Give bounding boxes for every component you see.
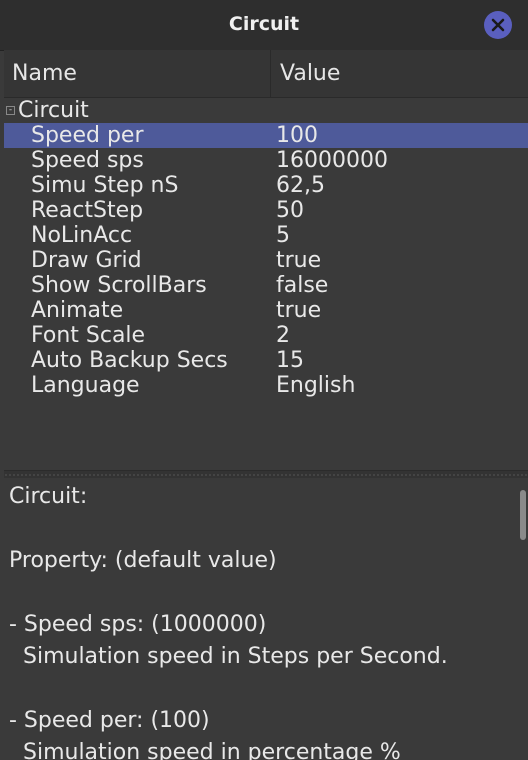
splitter-grip — [4, 474, 528, 476]
property-value[interactable]: 2 — [276, 323, 290, 348]
description-line: Simulation speed in percentage % — [9, 740, 401, 760]
property-value[interactable]: true — [276, 298, 321, 323]
property-name: Animate — [31, 298, 124, 323]
property-row[interactable]: Draw Grid true — [4, 248, 528, 273]
window-title: Circuit — [228, 13, 300, 35]
group-label: Circuit — [18, 98, 89, 123]
description-panel[interactable]: Circuit: Property: (default value) - Speed… — [4, 478, 528, 760]
property-row[interactable]: Language English — [4, 373, 528, 398]
property-row[interactable]: Auto Backup Secs 15 — [4, 348, 528, 373]
property-name: Speed per — [31, 123, 144, 148]
property-row[interactable]: Show ScrollBars false — [4, 273, 528, 298]
column-header-name[interactable]: Name — [12, 61, 77, 86]
description-line: Circuit: — [9, 484, 88, 509]
property-row[interactable]: Speed per 100 — [4, 123, 528, 148]
property-value[interactable]: English — [276, 373, 355, 398]
window-titlebar: Circuit — [0, 0, 528, 51]
property-row[interactable]: ReactStep 50 — [4, 198, 528, 223]
property-name: ReactStep — [31, 198, 144, 223]
description-line: - Speed sps: (1000000) — [9, 612, 267, 637]
description-line: Property: (default value) — [9, 548, 277, 573]
property-row[interactable]: NoLinAcc 5 — [4, 223, 528, 248]
description-line: - Speed per: (100) — [9, 708, 210, 733]
property-name: Draw Grid — [31, 248, 142, 273]
property-row[interactable]: Font Scale 2 — [4, 323, 528, 348]
property-row[interactable]: Animate true — [4, 298, 528, 323]
property-name: NoLinAcc — [31, 223, 133, 248]
property-value[interactable]: 15 — [276, 348, 304, 373]
collapse-icon[interactable]: - — [6, 106, 15, 115]
properties-panel: Name Value - Circuit Speed per 100 Speed s… — [4, 50, 528, 760]
close-icon — [491, 18, 505, 32]
tree-group-circuit[interactable]: - Circuit — [4, 98, 528, 123]
property-value[interactable]: 50 — [276, 198, 304, 223]
property-value[interactable]: 16000000 — [276, 148, 388, 173]
column-separator[interactable] — [270, 50, 271, 97]
property-name: Language — [31, 373, 140, 398]
property-value[interactable]: 100 — [276, 123, 318, 148]
property-row[interactable]: Speed sps 16000000 — [4, 148, 528, 173]
property-name: Simu Step nS — [31, 173, 179, 198]
close-button[interactable] — [484, 11, 512, 39]
property-rows: Speed per 100 Speed sps 16000000 Simu Step n… — [4, 123, 528, 398]
description-scrollbar[interactable] — [520, 490, 526, 540]
property-name: Font Scale — [31, 323, 146, 348]
description-line: Simulation speed in Steps per Second. — [9, 644, 448, 669]
column-header-value[interactable]: Value — [280, 61, 340, 86]
property-name: Auto Backup Secs — [31, 348, 228, 373]
tree-header: Name Value — [4, 50, 528, 98]
property-value[interactable]: false — [276, 273, 328, 298]
property-value[interactable]: 5 — [276, 223, 290, 248]
property-value[interactable]: 62,5 — [276, 173, 325, 198]
property-name: Speed sps — [31, 148, 144, 173]
property-tree: Name Value - Circuit Speed per 100 Speed s… — [4, 50, 528, 470]
property-name: Show ScrollBars — [31, 273, 207, 298]
property-value[interactable]: true — [276, 248, 321, 273]
property-row[interactable]: Simu Step nS 62,5 — [4, 173, 528, 198]
